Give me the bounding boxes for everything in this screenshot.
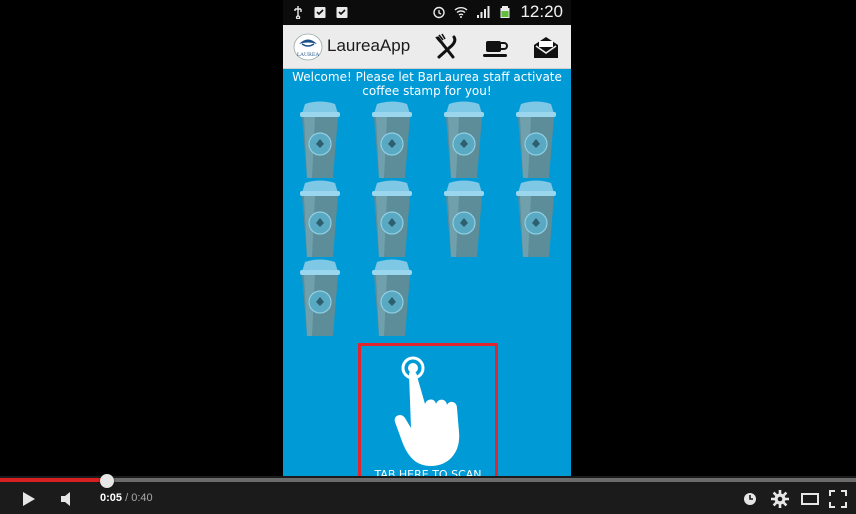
fork-knife-icon — [435, 33, 457, 59]
scrubber-handle[interactable] — [100, 474, 114, 488]
coffee-stamp-cup — [516, 180, 556, 257]
play-icon[interactable] — [18, 489, 38, 509]
battery-icon — [500, 6, 510, 18]
coffee-button[interactable] — [481, 33, 511, 61]
menu-button[interactable] — [431, 33, 461, 61]
coffee-stamp-cup — [372, 259, 412, 336]
coffee-stamp-cup — [444, 101, 484, 178]
laurea-logo: LAUREA — [293, 33, 323, 61]
theater-mode-icon[interactable] — [800, 489, 820, 509]
scan-button[interactable]: TAB HERE TO SCAN — [358, 343, 498, 476]
clipboard-check-icon — [314, 7, 326, 18]
progress-played — [0, 478, 107, 482]
alarm-icon — [433, 6, 446, 19]
coffee-stamp-cup — [300, 259, 340, 336]
clipboard-check-icon — [336, 7, 348, 18]
signal-icon — [477, 6, 490, 18]
time-display: 0:05 / 0:40 — [100, 492, 153, 504]
duration: / 0:40 — [125, 492, 153, 504]
coffee-stamp-cup — [372, 180, 412, 257]
mail-button[interactable] — [531, 33, 561, 61]
coffee-cup-icon — [483, 41, 508, 57]
watch-later-icon[interactable] — [740, 489, 760, 509]
volume-icon[interactable] — [58, 489, 78, 509]
progress-bar[interactable] — [0, 478, 856, 482]
app-title: LaureaApp — [327, 36, 411, 55]
current-time: 0:05 — [100, 492, 123, 504]
video-frame[interactable]: 12:20 LAUREA LaureaApp Welcome! Please l… — [0, 0, 856, 476]
svg-text:LAUREA: LAUREA — [297, 52, 320, 58]
usb-icon — [294, 6, 302, 19]
scan-label: TAB HERE TO SCAN — [374, 468, 482, 476]
fullscreen-icon[interactable] — [828, 489, 848, 509]
coffee-stamp-cup — [372, 101, 412, 178]
coffee-stamp-cup — [444, 180, 484, 257]
coffee-stamp-cup — [300, 101, 340, 178]
status-clock: 12:20 — [520, 2, 563, 21]
envelope-icon — [534, 37, 558, 58]
phone-screen: 12:20 LAUREA LaureaApp Welcome! Please l… — [283, 0, 571, 476]
welcome-message: Welcome! Please let BarLaurea staff acti… — [292, 70, 562, 98]
status-bar: 12:20 — [283, 0, 571, 25]
settings-icon[interactable] — [770, 489, 790, 509]
coffee-stamp-cup — [516, 101, 556, 178]
coffee-stamp-cup — [300, 180, 340, 257]
wifi-icon — [454, 7, 468, 18]
tap-hand-icon — [394, 356, 460, 466]
action-bar: LAUREA LaureaApp — [283, 25, 571, 69]
